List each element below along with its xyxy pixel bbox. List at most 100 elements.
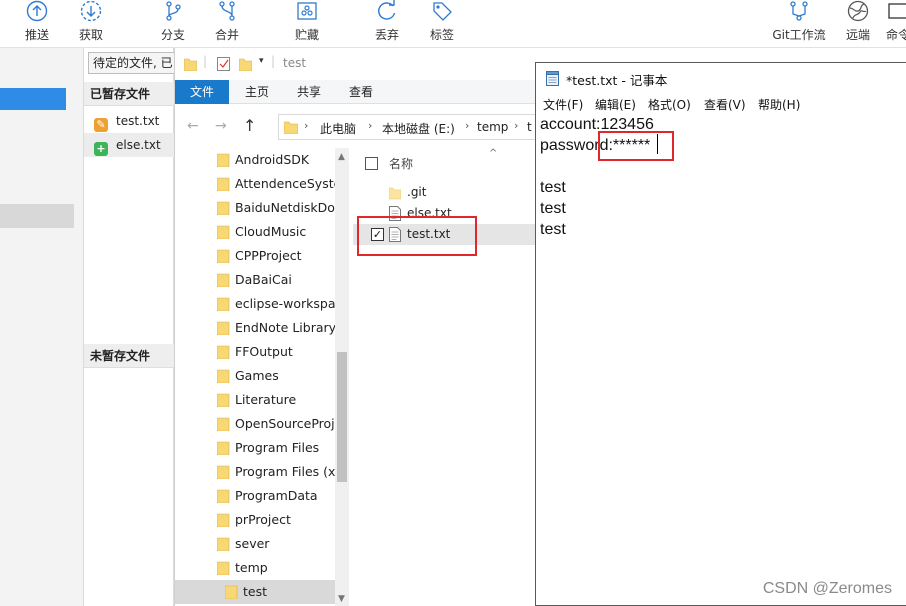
navigation-scrollbar[interactable]: ▲ ▼ <box>335 148 349 606</box>
breadcrumb-test[interactable]: t <box>527 120 532 134</box>
nav-folder-item[interactable]: AttendenceSystem <box>175 172 335 196</box>
fetch-label: 获取 <box>78 28 103 42</box>
stash-label: 贮藏 <box>294 28 319 42</box>
text-line: test <box>540 221 566 238</box>
fetch-button[interactable]: 获取 <box>74 0 108 46</box>
notepad-menu-bar: 文件(F) 编辑(E) 格式(O) 查看(V) 帮助(H) <box>536 93 906 115</box>
tab-share[interactable]: 共享 <box>287 80 331 104</box>
nav-folder-label: prProject <box>235 512 291 527</box>
title-separator: | <box>271 54 276 68</box>
watermark: CSDN @Zeromes <box>762 580 892 597</box>
breadcrumb-temp[interactable]: temp <box>477 120 508 134</box>
folder-icon <box>225 585 238 599</box>
back-arrow-icon[interactable]: ← <box>187 118 199 134</box>
sidebar-hover-item[interactable] <box>0 204 74 228</box>
nav-folder-item[interactable]: Games <box>175 364 335 388</box>
properties-icon[interactable] <box>217 57 230 71</box>
nav-folder-item[interactable]: temp <box>175 556 335 580</box>
address-bar[interactable]: › 此电脑 › 本地磁盘 (E:) › temp › t <box>278 114 537 140</box>
menu-view[interactable]: 查看(V) <box>704 96 746 113</box>
branch-button[interactable]: 分支 <box>156 0 190 46</box>
menu-help[interactable]: 帮助(H) <box>758 96 800 113</box>
scrollbar-thumb[interactable] <box>337 352 347 482</box>
file-explorer-window: | ▾ | test 文件 主页 共享 查看 ← → ↑ › 此电脑 › 本地磁… <box>174 48 537 606</box>
tag-button[interactable]: 标签 <box>425 0 459 46</box>
select-all-checkbox[interactable] <box>365 157 378 170</box>
git-flow-button[interactable]: Git工作流 <box>770 0 828 46</box>
terminal-button[interactable]: 命令 <box>886 0 906 46</box>
staged-file-row[interactable]: + else.txt <box>84 133 174 157</box>
nav-folder-label: ProgramData <box>235 488 318 503</box>
notepad-text-area[interactable]: account:123456 password:****** test test… <box>536 115 906 605</box>
nav-folder-label: temp <box>235 560 268 575</box>
up-arrow-icon[interactable]: ↑ <box>243 116 256 135</box>
nav-folder-item[interactable]: EndNote Library <box>175 316 335 340</box>
menu-edit[interactable]: 编辑(E) <box>595 96 636 113</box>
nav-folder-item[interactable]: eclipse-workspace <box>175 292 335 316</box>
breadcrumb-this-pc[interactable]: 此电脑 <box>320 120 356 137</box>
customize-quick-access-icon[interactable]: ▾ <box>259 56 264 66</box>
staged-file-row[interactable]: ✎ test.txt <box>84 109 174 133</box>
file-list-header: 名称 ^ <box>353 148 537 178</box>
tab-home[interactable]: 主页 <box>235 80 279 104</box>
scroll-down-icon[interactable]: ▼ <box>338 594 345 604</box>
nav-folder-label: BaiduNetdiskDownload <box>235 200 335 215</box>
nav-folder-item[interactable]: BaiduNetdiskDownload <box>175 196 335 220</box>
nav-folder-item[interactable]: Program Files <box>175 436 335 460</box>
fetch-icon <box>80 0 102 22</box>
folder-icon <box>217 297 230 311</box>
nav-folder-item[interactable]: DaBaiCai <box>175 268 335 292</box>
remote-button[interactable]: 远端 <box>842 0 874 46</box>
folder-icon <box>217 561 230 575</box>
highlight-box-password <box>598 131 674 161</box>
highlight-box-test-file <box>357 216 477 256</box>
navigation-pane: AndroidSDK AttendenceSystem BaiduNetdiskDo… <box>175 148 351 606</box>
notepad-window: *test.txt - 记事本 文件(F) 编辑(E) 格式(O) 查看(V) … <box>535 62 906 606</box>
nav-folder-item[interactable]: test <box>175 580 335 604</box>
terminal-icon <box>888 3 906 19</box>
nav-folder-item[interactable]: prProject <box>175 508 335 532</box>
chevron-right-icon: › <box>514 119 519 132</box>
push-button[interactable]: 推送 <box>20 0 54 46</box>
column-header-name[interactable]: 名称 <box>389 155 413 172</box>
push-label: 推送 <box>24 28 49 42</box>
stash-button[interactable]: 贮藏 <box>290 0 324 46</box>
nav-folder-label: CPPProject <box>235 248 302 263</box>
nav-folder-item[interactable]: Literature <box>175 388 335 412</box>
nav-folder-item[interactable]: AndroidSDK <box>175 148 335 172</box>
nav-folder-item[interactable]: OpenSourceProject <box>175 412 335 436</box>
staged-file-name: test.txt <box>116 114 160 128</box>
nav-folder-label: Literature <box>235 392 297 407</box>
nav-folder-item[interactable]: ProgramData <box>175 484 335 508</box>
nav-folder-item[interactable]: sever <box>175 532 335 556</box>
sort-caret-icon: ^ <box>489 148 498 159</box>
menu-format[interactable]: 格式(O) <box>648 96 691 113</box>
tag-label: 标签 <box>429 28 454 42</box>
forward-arrow-icon[interactable]: → <box>215 118 227 134</box>
folder-icon <box>217 465 230 479</box>
merge-icon <box>219 1 235 21</box>
nav-folder-item[interactable]: CloudMusic <box>175 220 335 244</box>
sidebar-selected-item[interactable] <box>0 88 66 110</box>
menu-file[interactable]: 文件(F) <box>543 96 583 113</box>
nav-folder-label: Program Files <box>235 440 320 455</box>
discard-button[interactable]: 丢弃 <box>370 0 404 46</box>
notepad-title-bar: *test.txt - 记事本 <box>536 63 906 93</box>
explorer-address-area: ← → ↑ › 此电脑 › 本地磁盘 (E:) › temp › t <box>175 104 537 148</box>
sourcetree-sidebar <box>0 48 84 606</box>
scroll-up-icon[interactable]: ▲ <box>338 152 345 162</box>
breadcrumb-drive[interactable]: 本地磁盘 (E:) <box>382 120 455 137</box>
branch-label: 分支 <box>160 28 185 42</box>
discard-label: 丢弃 <box>374 28 399 42</box>
file-row[interactable]: .git <box>353 182 537 203</box>
tab-view[interactable]: 查看 <box>339 80 383 104</box>
nav-folder-item[interactable]: CPPProject <box>175 244 335 268</box>
file-filter-dropdown[interactable]: 待定的文件, 已 <box>88 52 176 74</box>
new-folder-icon[interactable] <box>239 57 252 71</box>
notepad-title: *test.txt - 记事本 <box>566 73 668 88</box>
nav-folder-item[interactable]: Program Files (x86) <box>175 460 335 484</box>
nav-folder-label: test <box>243 584 268 599</box>
merge-button[interactable]: 合并 <box>210 0 244 46</box>
nav-folder-item[interactable]: FFOutput <box>175 340 335 364</box>
tab-file[interactable]: 文件 <box>175 80 229 104</box>
